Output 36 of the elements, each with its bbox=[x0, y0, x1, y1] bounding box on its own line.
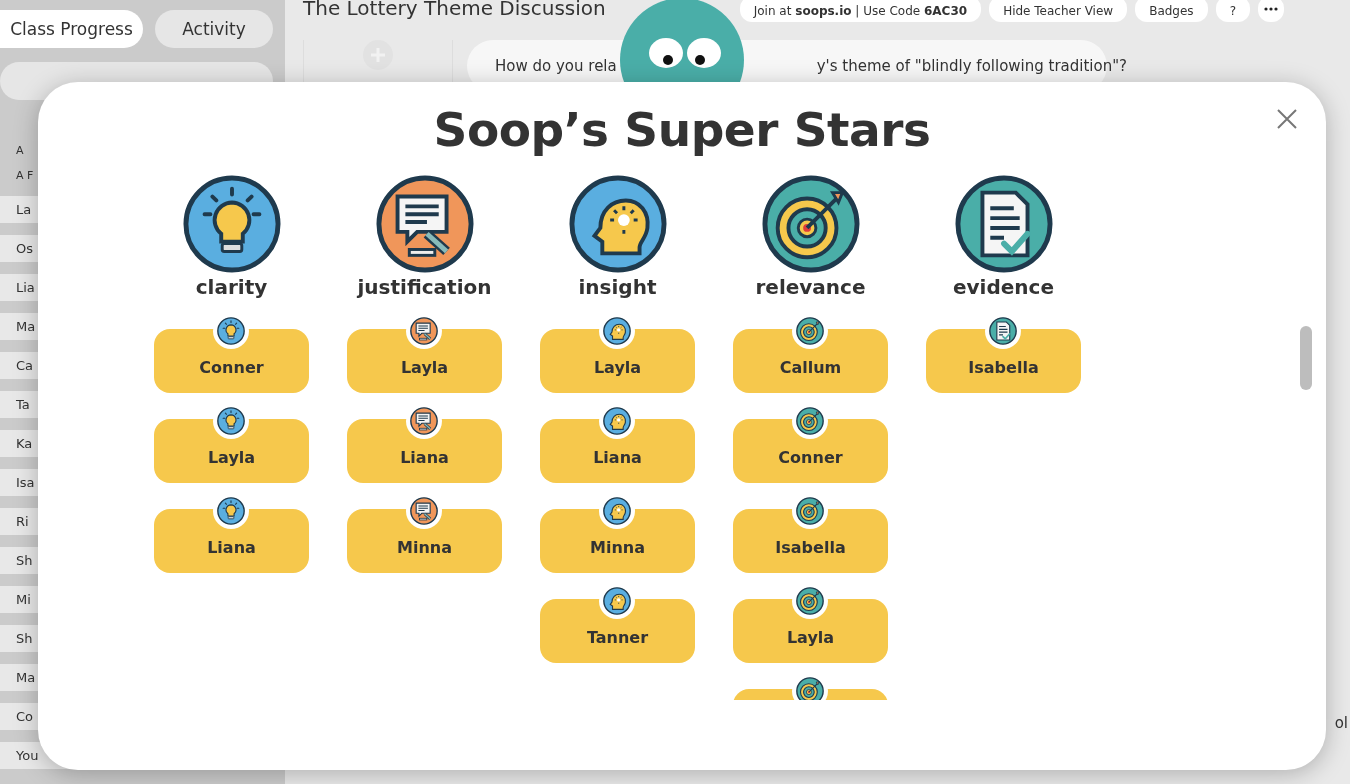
response-text: ol bbox=[1334, 714, 1348, 732]
student-name: Minna bbox=[590, 537, 645, 557]
category-label: evidence bbox=[953, 275, 1054, 299]
modal-title: Soop’s Super Stars bbox=[433, 102, 931, 157]
category-label: insight bbox=[578, 275, 657, 299]
more-icon bbox=[1264, 7, 1278, 11]
student-name: Conner bbox=[199, 357, 264, 377]
student-name: Isabella bbox=[968, 357, 1039, 377]
toolbar-button[interactable]: Hide Teacher View bbox=[989, 0, 1128, 22]
category-label: justification bbox=[357, 275, 492, 299]
close-icon bbox=[1276, 108, 1298, 130]
tab[interactable]: Class Progress bbox=[0, 10, 143, 48]
help-button[interactable]: ? bbox=[1215, 0, 1250, 22]
student-name: Callum bbox=[779, 357, 842, 377]
category-label: clarity bbox=[195, 275, 268, 299]
student-name: Conner bbox=[778, 447, 843, 467]
more-button[interactable] bbox=[1258, 0, 1284, 22]
student-name: Liana bbox=[400, 447, 449, 467]
student-name: Minna bbox=[397, 537, 452, 557]
tab[interactable]: Activity bbox=[155, 10, 273, 48]
student-name: Liana bbox=[593, 447, 642, 467]
page-title: The Lottery Theme Discussion bbox=[303, 0, 606, 20]
toolbar-button[interactable]: Badges bbox=[1135, 0, 1208, 22]
column-header: A F bbox=[16, 169, 34, 182]
scrollbar-thumb[interactable] bbox=[1300, 326, 1312, 390]
join-code-button[interactable]: Join at soops.io | Use Code 6AC30 bbox=[739, 0, 982, 22]
student-name: Isabella bbox=[775, 537, 846, 557]
close-button[interactable] bbox=[1276, 108, 1298, 130]
question-text: How do you rela bbox=[495, 57, 617, 75]
student-name: Layla bbox=[593, 357, 642, 377]
question-text: y's theme of "blindly following tradition"? bbox=[816, 57, 1128, 75]
category-label: relevance bbox=[755, 275, 866, 299]
column-header: A bbox=[16, 144, 24, 157]
student-name: Layla bbox=[400, 357, 449, 377]
student-name: Layla bbox=[786, 627, 835, 647]
student-name: Tanner bbox=[586, 627, 649, 647]
